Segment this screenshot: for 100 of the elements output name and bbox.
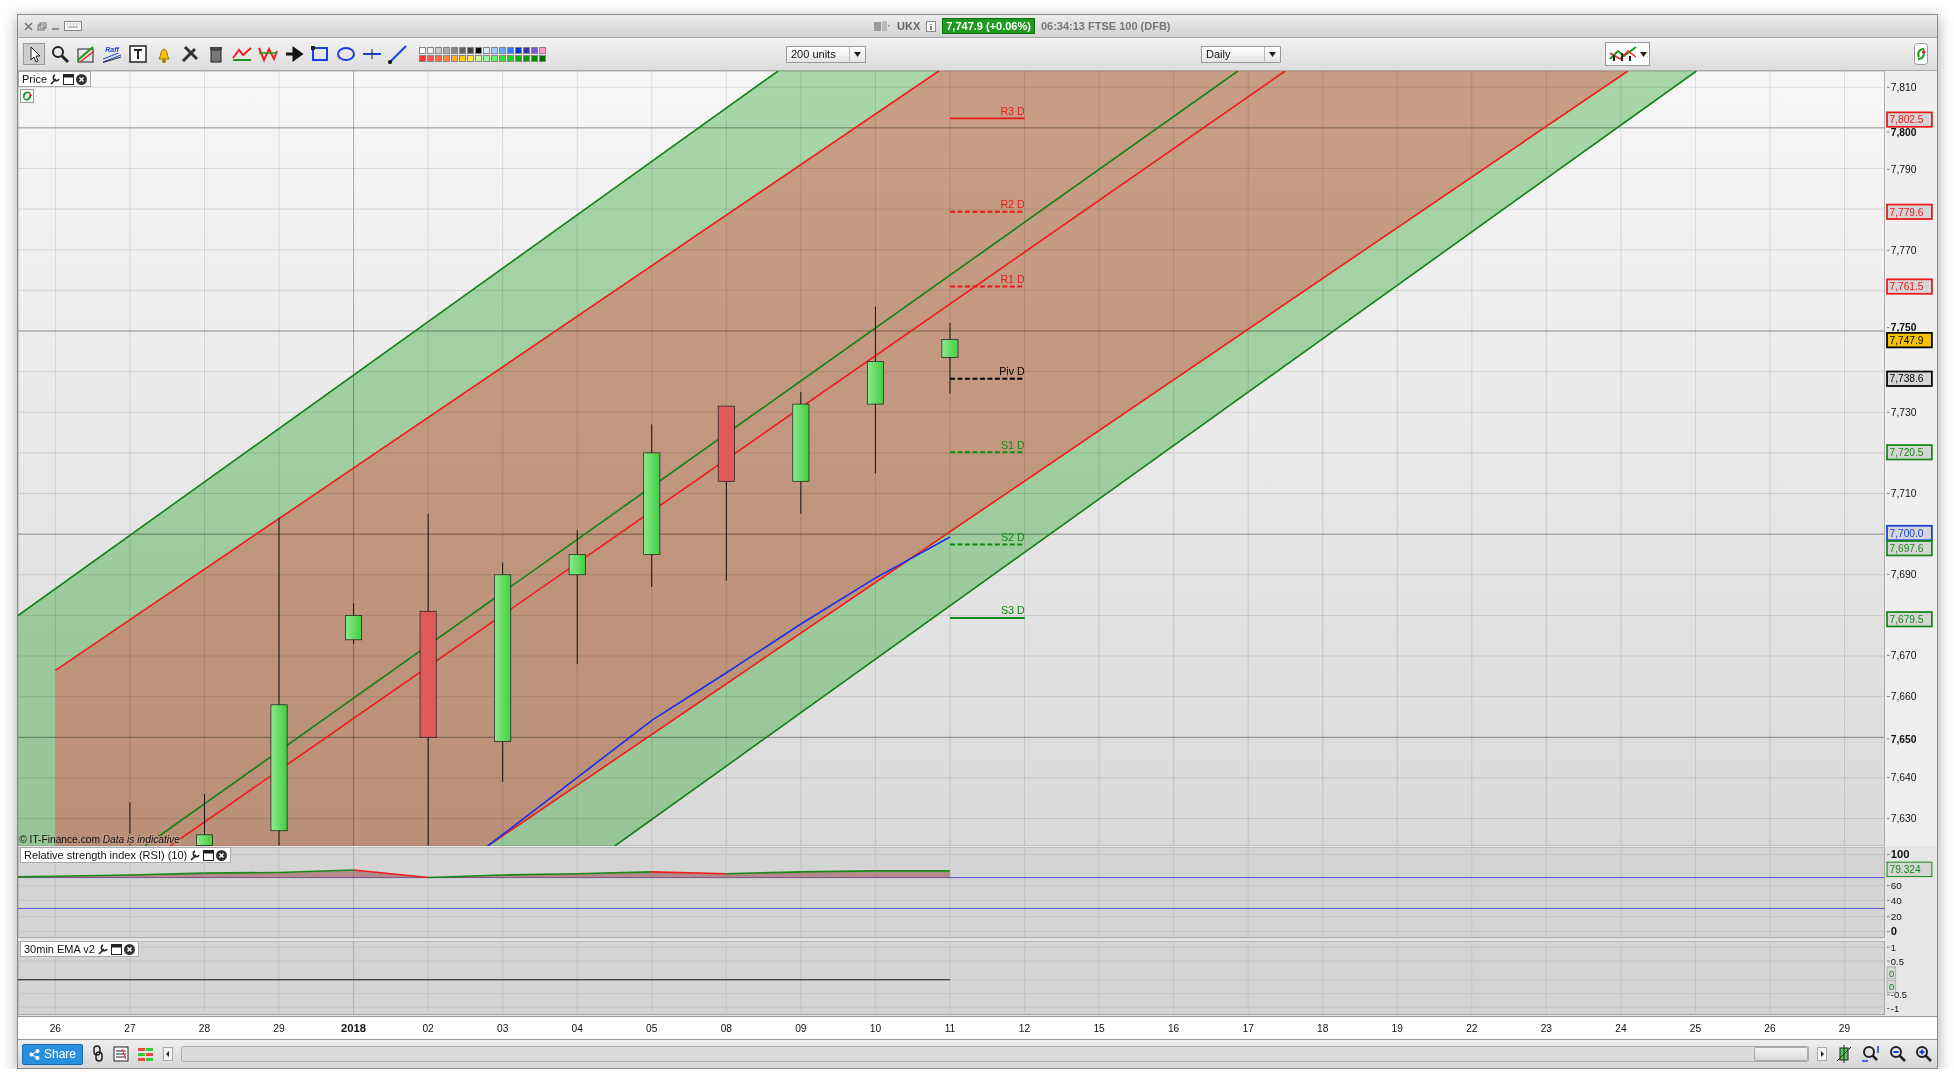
- price-label: 7,747.9: [1889, 334, 1924, 346]
- pivot-level: S2 D: [949, 530, 1026, 546]
- date-label: 23: [1540, 1023, 1553, 1034]
- axis-label: 7,660: [1890, 691, 1917, 703]
- pivot-level: R1 D: [949, 272, 1026, 288]
- pointer-icon[interactable]: [23, 43, 45, 65]
- scroll-right-icon[interactable]: [1817, 1047, 1827, 1061]
- refresh-icon[interactable]: [20, 89, 34, 103]
- date-label: 17: [1242, 1023, 1254, 1034]
- axis-label: 7,810: [1890, 81, 1917, 93]
- price-label: 7,679.5: [1889, 613, 1924, 625]
- axis-label: 7,710: [1890, 488, 1917, 500]
- axis-label: 7,630: [1890, 813, 1917, 825]
- axis-label: 7,640: [1890, 772, 1917, 784]
- axis-label: 40: [1890, 895, 1902, 907]
- price-badge: 7,747.9 (+0.06%): [942, 18, 1035, 34]
- axis-label: -1: [1890, 1003, 1900, 1015]
- axis-label: 7,750: [1890, 322, 1917, 334]
- date-label: 08: [720, 1023, 732, 1034]
- axis-label: 7,770: [1890, 245, 1917, 257]
- close-icon[interactable]: [216, 849, 228, 861]
- date-label: 18: [1317, 1023, 1329, 1034]
- window-icon[interactable]: [203, 849, 215, 861]
- axis-label: 7,650: [1890, 733, 1917, 745]
- wrench-icon[interactable]: [189, 849, 202, 861]
- share-icon: [29, 1048, 40, 1060]
- window-icon[interactable]: [63, 73, 75, 85]
- date-label: 11: [944, 1023, 956, 1034]
- period-select[interactable]: Daily: [1201, 45, 1281, 63]
- axis-label: 0: [1890, 925, 1897, 938]
- scroll-bar[interactable]: [181, 1046, 1809, 1062]
- axis-label: 100: [1890, 848, 1910, 861]
- date-label: 05: [646, 1023, 658, 1034]
- date-label: 29: [273, 1023, 285, 1034]
- price-label: 7,720.5: [1889, 447, 1924, 458]
- date-label: 25: [1689, 1023, 1702, 1034]
- date-label: 10: [869, 1023, 882, 1034]
- search-icon[interactable]: [49, 43, 71, 65]
- panel-title: Price: [22, 73, 48, 85]
- wrench-icon[interactable]: [96, 943, 109, 955]
- scroll-left-icon[interactable]: [163, 1047, 174, 1061]
- price-tag: 0: [1886, 966, 1897, 980]
- price-tag: 0: [1886, 980, 1897, 993]
- date-label: 26: [1764, 1023, 1776, 1034]
- date-label: 26: [49, 1023, 62, 1034]
- pivot-level: S3 D: [949, 604, 1026, 619]
- chart-type-icon: [1608, 45, 1638, 63]
- pivot-level: S1 D: [949, 438, 1026, 454]
- date-label: 16: [1167, 1023, 1180, 1034]
- panel-title: Relative strength index (RSI) (10): [24, 849, 188, 861]
- checklist-icon[interactable]: [113, 1046, 130, 1062]
- restore-icon[interactable]: [37, 21, 47, 31]
- date-label: 09: [795, 1023, 807, 1034]
- link-icon[interactable]: [91, 1045, 106, 1063]
- axis-label: 7,790: [1890, 164, 1917, 176]
- date-label: 2018: [341, 1022, 367, 1034]
- instrument-name: UKX: [897, 20, 921, 32]
- date-label: 04: [571, 1023, 583, 1034]
- columns-icon[interactable]: [137, 1046, 156, 1062]
- date-label: 19: [1391, 1023, 1403, 1034]
- date-label: 03: [497, 1023, 509, 1034]
- candlestick: [345, 602, 363, 645]
- axis-label: 20: [1890, 911, 1902, 923]
- trend-chart-icon[interactable]: [75, 43, 97, 65]
- zoom-in-icon[interactable]: [1915, 1045, 1933, 1063]
- color-palette[interactable]: [419, 46, 546, 62]
- axis-label: 7,730: [1890, 407, 1917, 419]
- pivot-level: R3 D: [949, 104, 1026, 120]
- text-box-icon[interactable]: [127, 43, 149, 65]
- price-label: 7,697.6: [1889, 542, 1924, 554]
- price-label: 7,761.5: [1889, 281, 1924, 293]
- date-label: 12: [1018, 1023, 1031, 1034]
- date-label: 22: [1466, 1023, 1478, 1034]
- candlestick: [196, 793, 213, 846]
- price-label: 7,700.0: [1889, 527, 1924, 539]
- caret-icon: [1640, 51, 1647, 57]
- axis-label: 7,690: [1890, 569, 1917, 581]
- price-label: 7,779.6: [1889, 206, 1924, 218]
- zoom-out-icon[interactable]: [1889, 1045, 1907, 1063]
- units-select[interactable]: 200 units: [786, 45, 866, 63]
- price-label: 7,738.6: [1889, 373, 1924, 385]
- pivot-level: Piv D: [949, 365, 1026, 380]
- axis-label: 7,670: [1890, 650, 1917, 662]
- refresh-icon[interactable]: [1914, 43, 1928, 65]
- diagonal-line-icon[interactable]: [387, 43, 409, 65]
- axis-label: 0.5: [1890, 955, 1904, 967]
- axis-label: 1: [1890, 942, 1897, 953]
- date-label: 29: [1838, 1023, 1851, 1034]
- keyboard-icon[interactable]: [64, 21, 82, 31]
- wrench-icon[interactable]: [49, 73, 62, 85]
- close-icon[interactable]: [123, 943, 135, 955]
- value-tag: 79.324: [1886, 861, 1933, 878]
- candle-icon[interactable]: [1835, 1045, 1853, 1063]
- chart-type-button[interactable]: [1605, 42, 1650, 66]
- info-icon[interactable]: [926, 20, 937, 32]
- axis-label: 7,800: [1890, 126, 1917, 138]
- close-icon[interactable]: [76, 73, 88, 85]
- window-icon[interactable]: [110, 943, 122, 955]
- price-label: 7,802.5: [1889, 114, 1924, 126]
- fit-zoom-icon[interactable]: [1861, 1045, 1881, 1063]
